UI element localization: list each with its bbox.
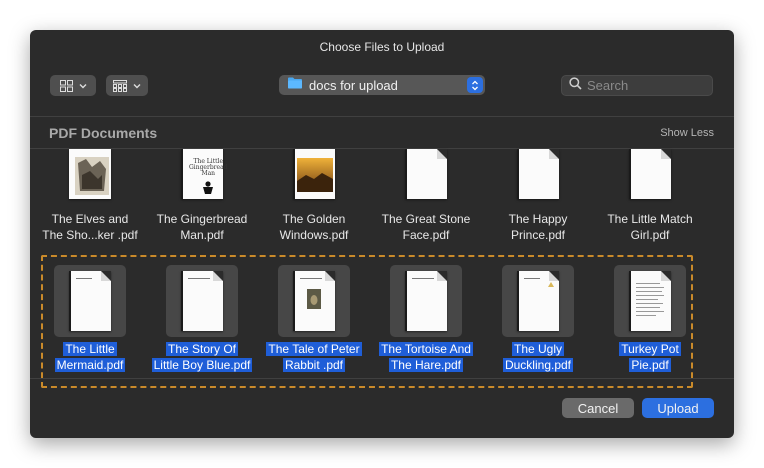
- file-name: The Gingerbread Man.pdf: [156, 212, 248, 242]
- pdf-thumbnail: [629, 149, 671, 199]
- footer-divider: [30, 378, 734, 379]
- file-upload-dialog: Choose Files to Upload docs for upload S…: [30, 30, 734, 438]
- selection-outline: [41, 255, 693, 388]
- show-less-link[interactable]: Show Less: [660, 127, 714, 139]
- search-icon: [569, 76, 582, 95]
- file-item[interactable]: The Elves and The Sho...ker .pdf: [34, 149, 146, 247]
- file-name: The Golden Windows.pdf: [279, 212, 349, 242]
- toolbar-divider: [30, 116, 734, 117]
- pdf-thumbnail: [293, 149, 335, 199]
- search-input[interactable]: [587, 78, 697, 93]
- file-item[interactable]: The Little Gingerbread Man The Gingerbread…: [146, 149, 258, 247]
- file-name: The Great Stone Face.pdf: [381, 212, 471, 242]
- pdf-thumbnail: [69, 149, 111, 199]
- file-item[interactable]: The Great Stone Face.pdf: [370, 149, 482, 247]
- section-title: PDF Documents: [49, 125, 158, 141]
- pdf-thumbnail: [405, 149, 447, 199]
- pdf-thumbnail: The Little Gingerbread Man: [181, 149, 228, 199]
- location-label: docs for upload: [309, 77, 398, 93]
- file-item[interactable]: The Golden Windows.pdf: [258, 149, 370, 247]
- search-field[interactable]: [561, 75, 713, 96]
- grid-view-icon: [59, 79, 73, 92]
- file-name: The Little Match Girl.pdf: [607, 212, 693, 242]
- file-item[interactable]: The Happy Prince.pdf: [482, 149, 594, 247]
- file-name: The Elves and The Sho...ker .pdf: [42, 212, 138, 242]
- file-item[interactable]: The Little Match Girl.pdf: [594, 149, 706, 247]
- pdf-thumbnail: [517, 149, 559, 199]
- group-grid-icon: [113, 79, 127, 92]
- chevron-down-icon: [133, 83, 141, 89]
- file-name: The Happy Prince.pdf: [508, 212, 568, 242]
- dialog-title: Choose Files to Upload: [319, 40, 445, 54]
- view-mode-button[interactable]: [50, 75, 96, 96]
- chevron-down-icon: [79, 83, 87, 89]
- group-by-button[interactable]: [106, 75, 148, 96]
- folder-icon: [287, 76, 303, 94]
- cancel-button[interactable]: Cancel: [562, 398, 634, 418]
- location-popup[interactable]: docs for upload: [279, 75, 485, 95]
- up-down-chevron-icon: [467, 77, 483, 93]
- upload-button[interactable]: Upload: [642, 398, 714, 418]
